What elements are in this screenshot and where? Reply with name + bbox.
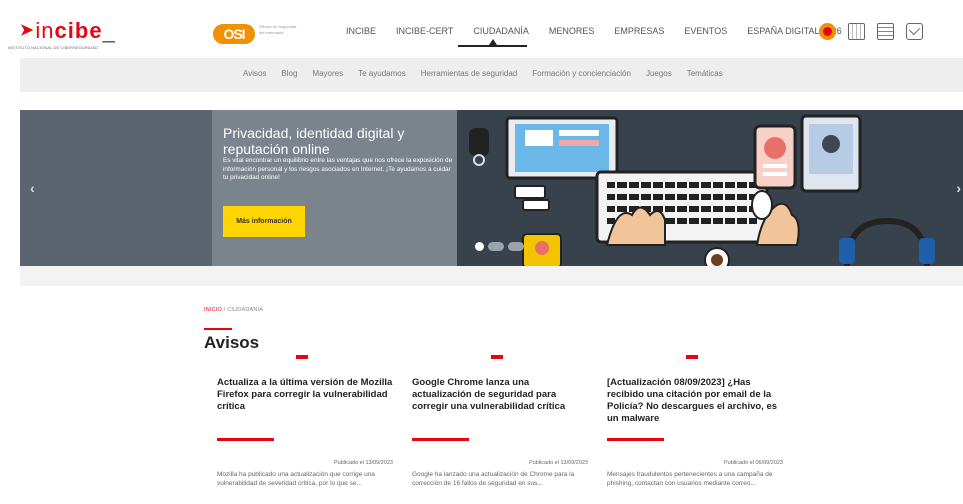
- subnav-item-formacion[interactable]: Formación y concienciación: [532, 69, 631, 78]
- mail-icon[interactable]: [906, 23, 923, 40]
- breadcrumb: INICIO / CIUDADANÍA: [204, 307, 263, 313]
- main-nav: INCIBE INCIBE-CERT CIUDADANÍA MENORES EM…: [346, 26, 862, 40]
- digital-identity-illustration: [469, 114, 935, 266]
- breadcrumb-home[interactable]: INICIO: [204, 307, 222, 313]
- site-header: ➤incibe_ INSTITUTO NACIONAL DE CIBERSEGU…: [0, 0, 963, 56]
- card-divider: [607, 438, 664, 441]
- banner-title: Privacidad, identidad digital y reputaci…: [223, 125, 405, 157]
- banner-illustration: [457, 110, 963, 266]
- carousel-prev-icon[interactable]: ‹: [30, 180, 35, 196]
- osi-logo[interactable]: OSI Oficina de Seguridad del Internauta: [213, 20, 303, 50]
- hero-carousel: ‹ Privacidad, identidad digital y reputa…: [20, 110, 963, 266]
- header-icons: [819, 23, 923, 40]
- card-date: Publicado el 13/09/2023: [333, 460, 393, 466]
- banner-left-panel: [20, 110, 212, 266]
- subnav-item-avisos[interactable]: Avisos: [243, 69, 266, 78]
- banner-footer-strip: [20, 266, 963, 286]
- card-summary: Mozilla ha publicado una actualización q…: [217, 471, 375, 487]
- carousel-dot-2[interactable]: [488, 242, 504, 251]
- subnav-item-herramientas[interactable]: Herramientas de seguridad: [421, 69, 518, 78]
- banner-description: Es vital encontrar un equilibrio entre l…: [223, 157, 453, 182]
- subnav-item-tematicas[interactable]: Temáticas: [687, 69, 723, 78]
- subnav-item-te-ayudamos[interactable]: Te ayudamos: [358, 69, 406, 78]
- card-title[interactable]: Actualiza a la última versión de Mozilla…: [217, 377, 393, 413]
- card-divider: [412, 438, 469, 441]
- sub-nav: Avisos Blog Mayores Te ayudamos Herramie…: [20, 58, 963, 92]
- subnav-item-mayores[interactable]: Mayores: [312, 69, 343, 78]
- card-divider: [217, 438, 274, 441]
- incibe-logo[interactable]: ➤incibe_ INSTITUTO NACIONAL DE CIBERSEGU…: [4, 16, 154, 52]
- nav-item-menores[interactable]: MENORES: [549, 26, 595, 40]
- card-summary: Google ha lanzado una actualización de C…: [412, 471, 575, 487]
- subnav-item-blog[interactable]: Blog: [281, 69, 297, 78]
- section-accent-bar: [204, 328, 232, 330]
- breadcrumb-current: CIUDADANÍA: [227, 307, 264, 313]
- more-info-button[interactable]: Más información: [223, 206, 305, 237]
- document-icon[interactable]: [877, 23, 894, 40]
- breadcrumb-separator: /: [223, 307, 226, 313]
- subnav-item-juegos[interactable]: Juegos: [646, 69, 672, 78]
- card-title[interactable]: Google Chrome lanza una actualización de…: [412, 377, 588, 413]
- card-date: Publicado el 06/09/2023: [723, 460, 783, 466]
- card-top-marker: [686, 355, 698, 359]
- helpline-017-icon[interactable]: [819, 23, 836, 40]
- carousel-indicators: [475, 242, 524, 251]
- carousel-next-icon[interactable]: ›: [956, 180, 961, 196]
- card-summary: Mensajes fraudulentos pertenecientes a u…: [607, 471, 773, 487]
- card-date: Publicado el 13/09/2023: [528, 460, 588, 466]
- osi-badge: OSI: [213, 24, 255, 44]
- section-title: Avisos: [204, 333, 260, 352]
- banner-text-panel: Privacidad, identidad digital y reputaci…: [212, 110, 457, 266]
- calendar-icon[interactable]: [848, 23, 865, 40]
- osi-label: Oficina de Seguridad del Internauta: [259, 24, 297, 35]
- carousel-dot-3[interactable]: [508, 242, 524, 251]
- card-title[interactable]: [Actualización 08/09/2023] ¿Has recibido…: [607, 377, 783, 425]
- nav-item-incibe-cert[interactable]: INCIBE-CERT: [396, 26, 453, 40]
- nav-item-ciudadania[interactable]: CIUDADANÍA: [473, 26, 529, 40]
- incibe-tagline: INSTITUTO NACIONAL DE CIBERSEGURIDAD: [8, 45, 98, 50]
- nav-item-eventos[interactable]: EVENTOS: [684, 26, 727, 40]
- nav-item-empresas[interactable]: EMPRESAS: [614, 26, 664, 40]
- card-top-marker: [296, 355, 308, 359]
- card-top-marker: [491, 355, 503, 359]
- carousel-dot-1[interactable]: [475, 242, 484, 251]
- incibe-logo-mark: ➤incibe_: [20, 18, 116, 43]
- active-nav-underline: [458, 45, 527, 47]
- nav-item-incibe[interactable]: INCIBE: [346, 26, 376, 40]
